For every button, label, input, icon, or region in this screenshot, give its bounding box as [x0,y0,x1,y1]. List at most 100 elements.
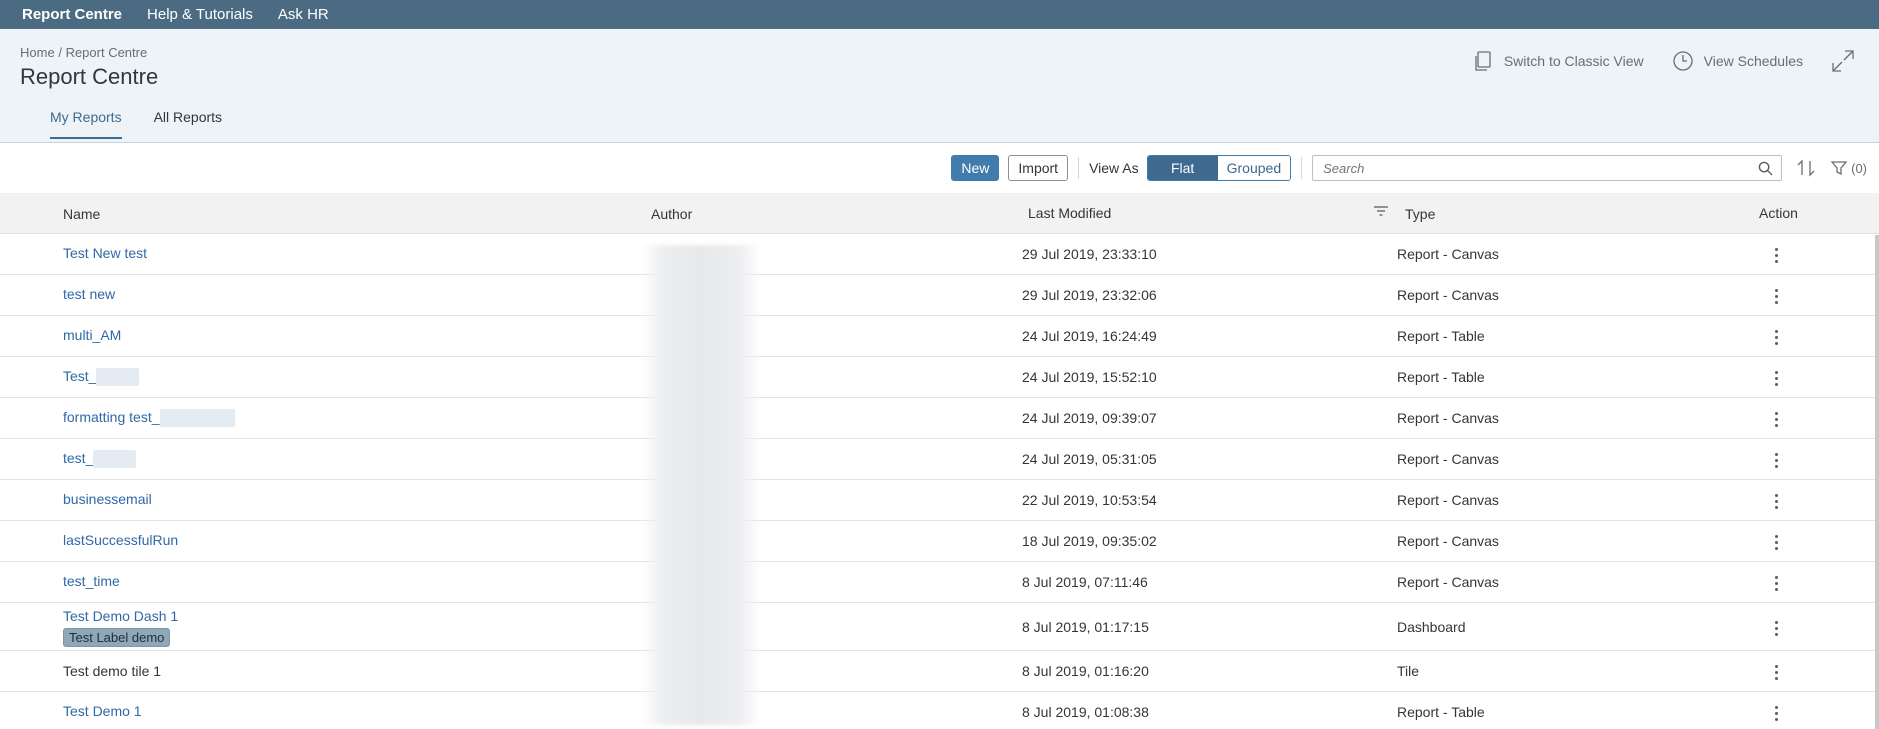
fullscreen-button[interactable] [1831,49,1865,73]
table-toolbar: New Import View As Flat Grouped (0) [0,143,1879,193]
more-vertical-icon[interactable] [1772,574,1780,592]
table-row[interactable]: businessemail 22 Jul 2019, 10:53:54 Repo… [0,480,1879,521]
view-as-toggle: Flat Grouped [1146,155,1292,181]
table-row[interactable]: test_time 8 Jul 2019, 07:11:46 Report - … [0,562,1879,603]
column-header-type[interactable]: Type [1405,206,1435,222]
column-header-author[interactable]: Author [651,206,692,222]
view-grouped-button[interactable]: Grouped [1217,156,1291,180]
report-name-link[interactable]: test new [63,286,115,302]
report-name-link[interactable]: Test_ [63,368,96,384]
table-row[interactable]: multi_AM 24 Jul 2019, 16:24:49 Report - … [0,316,1879,357]
table-header: Name Author Last Modified Type Action [0,193,1879,234]
report-name-cell: formatting test_ [63,409,235,428]
report-label-cell: Test Label demo [63,628,171,647]
table-row[interactable]: test_ 24 Jul 2019, 05:31:05 Report - Can… [0,439,1879,480]
column-header-name[interactable]: Name [63,206,100,222]
column-header-last-modified[interactable]: Last Modified [1028,205,1111,221]
redacted-text [96,368,140,387]
report-name-link[interactable]: Test Demo 1 [63,703,142,719]
more-vertical-icon[interactable] [1772,704,1780,722]
last-modified-cell: 8 Jul 2019, 07:11:46 [1022,574,1148,590]
report-name-link[interactable]: lastSuccessfulRun [63,532,178,548]
view-schedules-button[interactable]: View Schedules [1672,50,1803,72]
more-vertical-icon[interactable] [1772,287,1780,305]
report-name-text: Test demo tile 1 [63,663,162,679]
breadcrumb: Home / Report Centre [20,45,147,60]
type-cell: Tile [1397,663,1420,679]
type-cell: Report - Canvas [1397,533,1499,549]
report-label-tag[interactable]: Test Label demo [63,628,171,647]
last-modified-cell: 29 Jul 2019, 23:33:10 [1022,246,1157,262]
switch-classic-view-button[interactable]: Switch to Classic View [1472,50,1644,72]
more-vertical-icon[interactable] [1772,410,1780,428]
last-modified-cell: 18 Jul 2019, 09:35:02 [1022,533,1157,549]
table-row[interactable]: Test demo tile 1 8 Jul 2019, 01:16:20 Ti… [0,651,1879,692]
type-cell: Report - Table [1397,704,1485,720]
filter-button[interactable]: (0) [1830,159,1867,177]
table-row[interactable]: test new 29 Jul 2019, 23:32:06 Report - … [0,275,1879,316]
search-icon[interactable] [1758,161,1773,176]
more-vertical-icon[interactable] [1772,533,1780,551]
table-row[interactable]: formatting test_ 24 Jul 2019, 09:39:07 R… [0,398,1879,439]
last-modified-cell: 8 Jul 2019, 01:08:38 [1022,704,1149,720]
import-button[interactable]: Import [1008,155,1069,181]
clock-icon [1672,51,1693,71]
copy-icon [1475,51,1491,71]
type-cell: Report - Canvas [1397,492,1499,508]
report-name-link[interactable]: businessemail [63,491,152,507]
new-button[interactable]: New [951,155,1000,181]
top-nav-bar: Report Centre Help & Tutorials Ask HR [0,0,1879,29]
report-name-link[interactable]: Test Demo Dash 1 [63,608,178,624]
table-row[interactable]: lastSuccessfulRun 18 Jul 2019, 09:35:02 … [0,521,1879,562]
redacted-text [93,450,137,469]
sort-button[interactable] [1796,158,1816,178]
last-modified-cell: 24 Jul 2019, 09:39:07 [1022,410,1157,426]
type-cell: Report - Canvas [1397,246,1499,262]
view-as-label: View As [1089,160,1139,176]
more-vertical-icon[interactable] [1772,369,1780,387]
type-cell: Dashboard [1397,619,1466,635]
table-row[interactable]: Test_ 24 Jul 2019, 15:52:10 Report - Tab… [0,357,1879,398]
column-filter-icon[interactable] [1373,205,1389,222]
page-header: Home / Report Centre Report Centre Switc… [0,29,1879,143]
tab-all-reports[interactable]: All Reports [154,109,222,139]
report-name-cell: Test_ [63,368,140,387]
more-vertical-icon[interactable] [1772,663,1780,681]
nav-help-tutorials[interactable]: Help & Tutorials [147,6,253,23]
nav-report-centre[interactable]: Report Centre [22,6,122,23]
breadcrumb-home[interactable]: Home [20,45,55,60]
report-name-link[interactable]: formatting test_ [63,409,160,425]
type-cell: Report - Table [1397,328,1485,344]
view-flat-button[interactable]: Flat [1147,156,1218,180]
reports-table: Name Author Last Modified Type Action Te… [0,193,1879,729]
header-actions: Switch to Classic View View Schedules [1444,49,1865,73]
sort-icon [1797,159,1815,177]
type-cell: Report - Canvas [1397,451,1499,467]
search-input[interactable] [1323,160,1744,176]
breadcrumb-separator: / [58,45,62,60]
redacted-author-column [641,245,761,725]
type-cell: Report - Canvas [1397,410,1499,426]
more-vertical-icon[interactable] [1772,451,1780,469]
page-title: Report Centre [20,64,159,89]
more-vertical-icon[interactable] [1772,328,1780,346]
table-row[interactable]: Test Demo 1 8 Jul 2019, 01:08:38 Report … [0,692,1879,729]
last-modified-cell: 24 Jul 2019, 05:31:05 [1022,451,1157,467]
column-header-action: Action [1759,205,1798,221]
report-name-link[interactable]: test_ [63,450,93,466]
type-cell: Report - Table [1397,369,1485,385]
report-name-link[interactable]: multi_AM [63,327,121,343]
filter-count: (0) [1851,160,1867,176]
table-scrollbar[interactable] [1875,235,1879,729]
table-row[interactable]: Test Demo Dash 1 Test Label demo 8 Jul 2… [0,603,1879,651]
table-row[interactable]: Test New test 29 Jul 2019, 23:33:10 Repo… [0,234,1879,275]
tab-my-reports[interactable]: My Reports [50,109,122,139]
more-vertical-icon[interactable] [1772,246,1780,264]
more-vertical-icon[interactable] [1772,492,1780,510]
nav-ask-hr[interactable]: Ask HR [278,6,329,23]
type-cell: Report - Canvas [1397,287,1499,303]
more-vertical-icon[interactable] [1772,619,1780,637]
report-name-link[interactable]: Test New test [63,245,147,261]
filter-icon [1830,161,1848,176]
report-name-link[interactable]: test_time [63,573,120,589]
